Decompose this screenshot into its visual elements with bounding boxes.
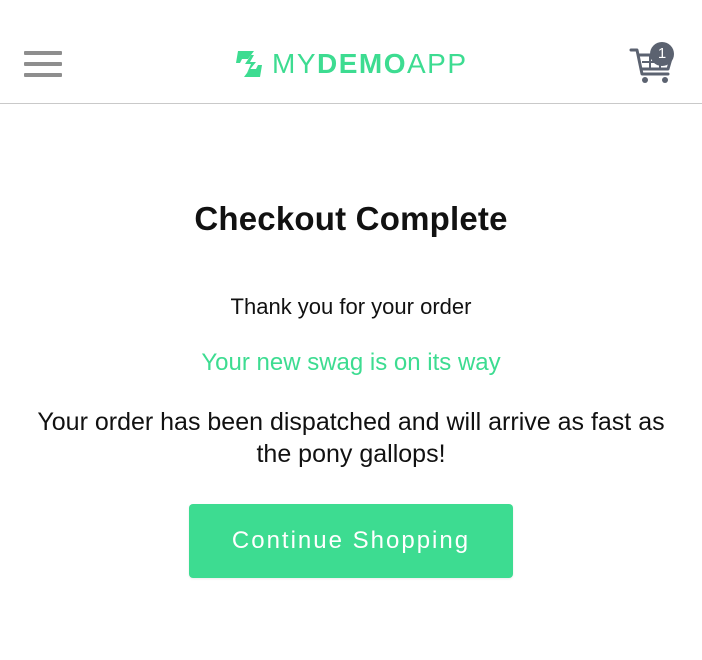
logo-demo: DEMO [317, 48, 407, 79]
hamburger-menu-icon[interactable] [24, 49, 64, 79]
app-logo: MYDEMOAPP [232, 46, 468, 82]
top-header: MYDEMOAPP 1 [0, 0, 702, 104]
menu-line [24, 51, 62, 55]
page-title: Checkout Complete [194, 200, 508, 237]
swag-message: Your new swag is on its way [201, 349, 501, 376]
logo-my: MY [272, 48, 317, 79]
app-root: MYDEMOAPP 1 Checkout Complete Thank you … [0, 0, 702, 660]
continue-shopping-button[interactable]: Continue Shopping [189, 504, 513, 578]
dispatch-message: Your order has been dispatched and will … [37, 408, 665, 468]
logo-app: APP [407, 48, 468, 79]
menu-line [24, 62, 62, 66]
cart-count-badge: 1 [650, 42, 674, 66]
cart-button[interactable]: 1 [628, 42, 678, 86]
thank-you-text: Thank you for your order [230, 294, 472, 319]
logo-text: MYDEMOAPP [272, 46, 468, 82]
logo-icon [236, 51, 262, 77]
menu-line [24, 73, 62, 77]
